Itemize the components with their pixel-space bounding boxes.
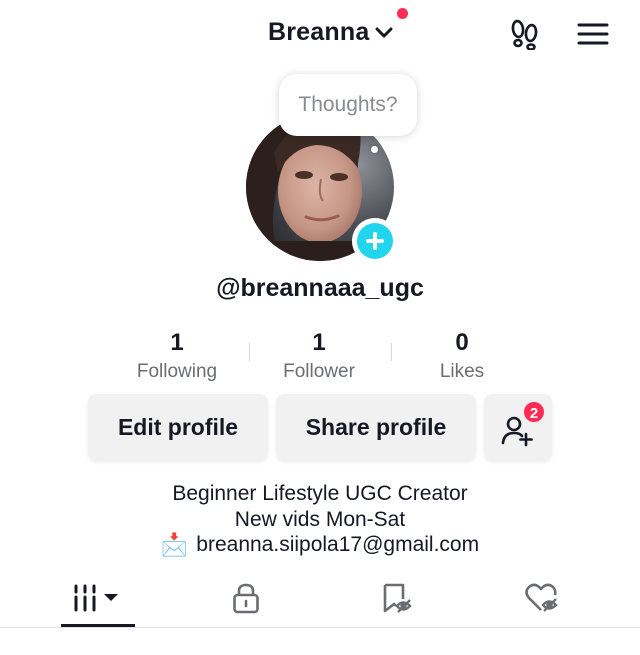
- stat-label: Likes: [439, 361, 485, 382]
- thoughts-bubble[interactable]: Thoughts?: [279, 74, 417, 136]
- stat-value: 1: [170, 329, 184, 356]
- tab-videos[interactable]: [61, 576, 135, 620]
- bio-email-row[interactable]: 📩 breanna.siipola17@gmail.com: [0, 532, 640, 558]
- bubble-tail-dot: [371, 146, 378, 153]
- stat-label: Following: [136, 361, 218, 382]
- stat-likes[interactable]: 0 Likes: [387, 328, 537, 383]
- account-switcher-name[interactable]: Breanna: [268, 18, 369, 47]
- stat-value: 0: [455, 329, 469, 356]
- footprints-icon[interactable]: [507, 18, 543, 50]
- chevron-down-icon[interactable]: [374, 26, 394, 40]
- bio-line-2: New vids Mon-Sat: [234, 508, 406, 531]
- tab-divider: [0, 627, 640, 628]
- profile-handle: @breannaaa_ugc: [216, 274, 424, 302]
- friend-request-badge: 2: [522, 400, 546, 424]
- bio-line-1: Beginner Lifestyle UGC Creator: [172, 482, 468, 505]
- stat-following[interactable]: 1 Following: [102, 328, 252, 383]
- thoughts-prompt: Thoughts?: [298, 93, 398, 116]
- menu-icon[interactable]: [576, 20, 610, 48]
- tab-liked[interactable]: [516, 576, 568, 620]
- tab-private[interactable]: [220, 576, 272, 620]
- tab-saved[interactable]: [370, 576, 422, 620]
- heart-hidden-icon: [525, 583, 558, 612]
- edit-profile-button[interactable]: Edit profile: [88, 394, 268, 460]
- lock-icon: [233, 583, 259, 614]
- stat-label: Follower: [283, 361, 355, 382]
- stat-followers[interactable]: 1 Follower: [244, 328, 394, 383]
- share-profile-button[interactable]: Share profile: [276, 394, 476, 460]
- add-avatar-button[interactable]: [352, 218, 398, 264]
- profile-screen: Breanna Thoughts? @breannaaa_ugc 1 Follo…: [0, 0, 640, 655]
- bookmark-hidden-icon: [383, 583, 412, 613]
- plus-icon: [357, 223, 393, 259]
- videos-grid-icon: [74, 584, 118, 612]
- stat-value: 1: [312, 329, 326, 356]
- notification-dot: [397, 8, 408, 19]
- bio-email: breanna.siipola17@gmail.com: [196, 533, 480, 556]
- envelope-icon: 📩: [160, 532, 189, 557]
